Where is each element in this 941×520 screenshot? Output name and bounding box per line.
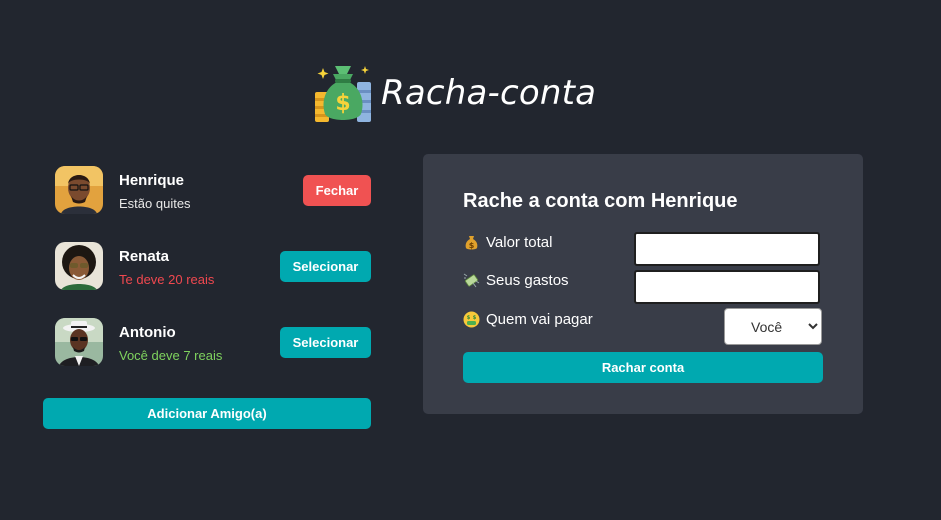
- app-logo: $ Racha-conta: [313, 62, 596, 124]
- svg-text:$: $: [335, 91, 350, 116]
- friend-name: Henrique: [119, 172, 185, 189]
- total-value-input[interactable]: [634, 232, 820, 266]
- money-bag-icon: $: [463, 234, 480, 251]
- select-friend-button[interactable]: Selecionar: [280, 327, 371, 358]
- split-bill-form: Rache a conta com Henrique $ Valor total…: [423, 154, 863, 414]
- money-mouth-face-icon: $ $: [463, 311, 480, 328]
- avatar: [55, 166, 103, 214]
- friend-balance-status: Você deve 7 reais: [119, 348, 223, 363]
- app-title: Racha-conta: [381, 73, 597, 113]
- total-value-label: $ Valor total: [463, 234, 552, 251]
- friend-balance-status: Te deve 20 reais: [119, 272, 215, 287]
- split-bill-button[interactable]: Rachar conta: [463, 352, 823, 383]
- friend-list-item: Renata Te deve 20 reais Selecionar: [55, 242, 371, 290]
- svg-text:$: $: [473, 315, 477, 321]
- app-root: $ Racha-conta Henrique Estão quites Fech…: [0, 0, 941, 520]
- payer-text: Quem vai pagar: [486, 311, 593, 328]
- money-bag-icon: $: [315, 66, 371, 122]
- friend-name: Renata: [119, 248, 170, 265]
- payer-label: $ $ Quem vai pagar: [463, 311, 593, 328]
- expenses-text: Seus gastos: [486, 272, 569, 289]
- svg-text:$: $: [469, 241, 475, 250]
- svg-text:$: $: [467, 315, 471, 321]
- friend-list-item: Henrique Estão quites Fechar: [55, 166, 371, 214]
- add-friend-button[interactable]: Adicionar Amigo(a): [43, 398, 371, 429]
- avatar-image: [55, 166, 103, 214]
- friend-list-item: Antonio Você deve 7 reais Selecionar: [55, 318, 371, 366]
- select-friend-button[interactable]: Selecionar: [280, 251, 371, 282]
- flying-money-icon: [463, 272, 480, 289]
- form-title: Rache a conta com Henrique: [463, 190, 738, 212]
- avatar-image: [55, 318, 103, 366]
- expenses-label: Seus gastos: [463, 272, 569, 289]
- friend-name: Antonio: [119, 324, 176, 341]
- avatar: [55, 242, 103, 290]
- payer-select[interactable]: Você: [724, 308, 822, 345]
- expenses-input[interactable]: [634, 270, 820, 304]
- close-friend-button[interactable]: Fechar: [303, 175, 371, 206]
- friend-balance-status: Estão quites: [119, 196, 191, 211]
- total-value-text: Valor total: [486, 234, 553, 251]
- avatar-image: [55, 242, 103, 290]
- avatar: [55, 318, 103, 366]
